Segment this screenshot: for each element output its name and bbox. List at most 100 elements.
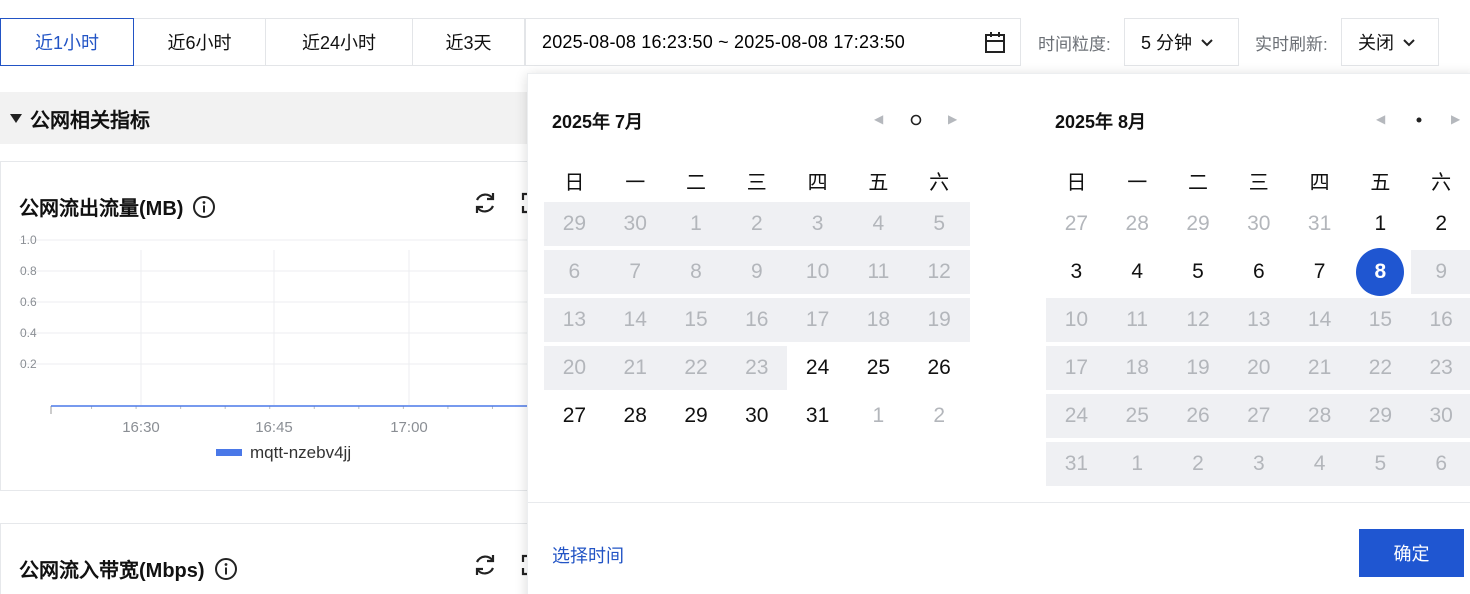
calendar-day: 3 xyxy=(787,202,848,246)
calendar-day[interactable]: 26 xyxy=(909,346,970,390)
calendar-day[interactable]: 28 xyxy=(605,394,666,438)
refresh-icon[interactable] xyxy=(472,552,498,583)
calendar-day: 28 xyxy=(1125,212,1149,235)
date-range-picker: 2025年 7月 ◀ ▶ 2025年 8月 ◀ ▶ 日一二三四五六 29 30 1 2 3… xyxy=(527,73,1470,594)
calendar-day: 28 xyxy=(1289,394,1350,438)
calendar-day[interactable]: 29 xyxy=(666,394,727,438)
collapse-triangle-icon xyxy=(10,113,22,123)
next-month-icon[interactable]: ▶ xyxy=(948,112,957,126)
prev-month-icon[interactable]: ◀ xyxy=(1376,112,1385,126)
calendar-day: 20 xyxy=(1228,346,1290,390)
chevron-down-icon xyxy=(1192,32,1214,53)
legend-swatch xyxy=(216,449,242,456)
y-tick-label: 1.0 xyxy=(20,233,37,247)
range-btn-1h[interactable]: 近1小时 xyxy=(0,18,134,66)
calendar-day: 27 xyxy=(1228,394,1290,438)
calendar-day-selected[interactable]: 8 xyxy=(1350,248,1411,296)
calendar-week-row: 17 18 19 20 21 22 23 xyxy=(1046,346,1470,390)
calendar-day: 14 xyxy=(1289,298,1350,342)
calendar-day[interactable]: 1 xyxy=(1350,202,1411,246)
calendar-day: 2 xyxy=(726,202,788,246)
calendar-day[interactable]: 27 xyxy=(544,394,605,438)
calendar-day: 12 xyxy=(908,250,970,294)
date-range-text: 2025-08-08 16:23:50 ~ 2025-08-08 17:23:5… xyxy=(542,31,905,52)
calendar-week-row: 3456789 xyxy=(1046,248,1470,296)
calendar-day: 17 xyxy=(787,298,848,342)
x-tick-label: 16:45 xyxy=(255,419,293,436)
chevron-down-icon xyxy=(1394,32,1416,53)
refresh-select[interactable]: 关闭 xyxy=(1341,18,1439,66)
next-month-icon[interactable]: ▶ xyxy=(1451,112,1460,126)
calendar-week-row: 13 14 15 16 17 18 19 xyxy=(544,298,970,342)
calendar-day: 4 xyxy=(847,202,909,246)
calendar-day: 22 xyxy=(665,346,727,390)
calendar-day: 8 xyxy=(665,250,727,294)
today-dot-icon[interactable] xyxy=(1413,113,1425,131)
calendar-day: 29 xyxy=(1186,212,1210,235)
info-icon[interactable] xyxy=(214,557,238,581)
right-month-title: 2025年 8月 xyxy=(1055,112,1147,132)
calendar-day[interactable]: 2 xyxy=(1411,202,1470,246)
calendar-day: 17 xyxy=(1046,346,1107,390)
calendar-day: 30 xyxy=(604,202,666,246)
weekday-label: 三 xyxy=(1248,172,1269,194)
card-title: 公网流入带宽(Mbps) xyxy=(19,554,238,583)
calendar-day: 23 xyxy=(1410,346,1470,390)
calendar-day: 24 xyxy=(1046,394,1107,438)
calendar-day: 1 xyxy=(872,404,885,427)
section-header[interactable]: 公网相关指标 xyxy=(0,92,540,144)
date-range-input[interactable]: 2025-08-08 16:23:50 ~ 2025-08-08 17:23:5… xyxy=(525,18,1021,66)
choose-time-link[interactable]: 选择时间 xyxy=(552,542,624,568)
calendar-icon[interactable] xyxy=(984,31,1006,60)
calendar-day[interactable]: 31 xyxy=(787,394,848,438)
weekday-label: 日 xyxy=(1066,172,1087,194)
calendar-day: 11 xyxy=(1106,298,1168,342)
calendar-day[interactable]: 6 xyxy=(1228,250,1289,294)
weekday-label: 一 xyxy=(1127,172,1148,194)
calendar-day: 12 xyxy=(1167,298,1229,342)
calendar-day: 2 xyxy=(1167,442,1229,486)
card-title-text: 公网流入带宽(Mbps) xyxy=(19,560,205,582)
granularity-select[interactable]: 5 分钟 xyxy=(1124,18,1239,66)
calendar-day[interactable]: 30 xyxy=(726,394,787,438)
calendar-day: 10 xyxy=(787,250,848,294)
calendar-day: 5 xyxy=(908,202,970,246)
confirm-button[interactable]: 确定 xyxy=(1359,529,1464,577)
calendar-week-row: 31 1 2 3 4 5 6 xyxy=(1046,442,1470,486)
calendar-day: 10 xyxy=(1046,298,1107,342)
calendar-day: 21 xyxy=(604,346,666,390)
calendar-day: 6 xyxy=(544,250,605,294)
prev-month-icon[interactable]: ◀ xyxy=(874,112,883,126)
calendar-day: 18 xyxy=(847,298,909,342)
y-tick-label: 0.2 xyxy=(20,357,37,371)
calendar-day: 30 xyxy=(1247,212,1271,235)
calendar-day[interactable]: 5 xyxy=(1168,250,1229,294)
calendar-day: 31 xyxy=(1046,442,1107,486)
calendar-day: 15 xyxy=(1349,298,1411,342)
calendar-day: 30 xyxy=(1410,394,1470,438)
calendar-day: 1 xyxy=(1106,442,1168,486)
calendar-day: 18 xyxy=(1106,346,1168,390)
calendar-day: 21 xyxy=(1289,346,1350,390)
calendar-day[interactable]: 4 xyxy=(1107,250,1168,294)
calendar-day: 26 xyxy=(1167,394,1229,438)
range-btn-3d[interactable]: 近3天 xyxy=(412,18,525,66)
footer-divider xyxy=(528,502,1470,503)
calendar-day: 27 xyxy=(1064,212,1089,235)
legend-label: mqtt-nzebv4jj xyxy=(250,443,351,462)
today-dot-icon[interactable] xyxy=(910,113,922,131)
calendar-day: 16 xyxy=(1410,298,1470,342)
calendar-day[interactable]: 24 xyxy=(787,346,848,390)
range-btn-6h[interactable]: 近6小时 xyxy=(133,18,266,66)
calendar-day[interactable]: 3 xyxy=(1046,250,1107,294)
weekday-label: 一 xyxy=(625,172,646,194)
range-btn-24h[interactable]: 近24小时 xyxy=(265,18,413,66)
calendar-day[interactable]: 25 xyxy=(848,346,909,390)
y-tick-label: 0.6 xyxy=(20,295,37,309)
calendar-day: 2 xyxy=(933,404,946,427)
calendar-day[interactable]: 7 xyxy=(1289,250,1350,294)
weekday-label: 四 xyxy=(1309,172,1330,194)
calendar-day: 4 xyxy=(1289,442,1350,486)
weekday-label: 三 xyxy=(746,172,767,194)
weekday-header: 日一二三四五六 xyxy=(1046,166,1470,195)
